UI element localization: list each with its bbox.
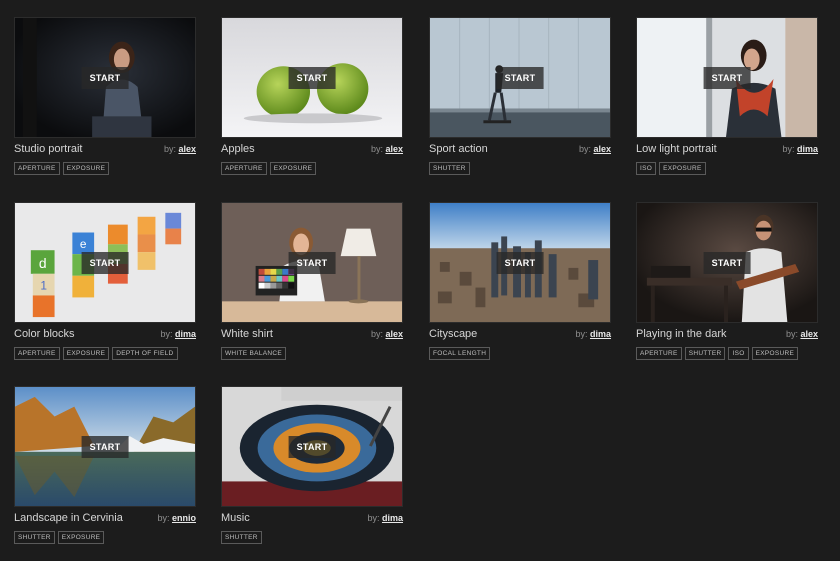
scenario-card: START Low light portrait by: dima ISO EX…	[636, 17, 818, 175]
tag-aperture[interactable]: APERTURE	[14, 162, 60, 175]
author-link[interactable]: dima	[590, 329, 611, 339]
author-link[interactable]: alex	[593, 144, 611, 154]
author-link[interactable]: ennio	[172, 513, 196, 523]
author-link[interactable]: alex	[178, 144, 196, 154]
tag-list: APERTURE EXPOSURE DEPTH OF FIELD	[14, 347, 196, 360]
scenario-card: START Apples by: alex APERTURE EXPOSURE	[221, 17, 403, 175]
scenario-title: Music	[221, 512, 250, 524]
by-label: by:	[157, 513, 170, 523]
tag-exposure[interactable]: EXPOSURE	[659, 162, 706, 175]
scenario-card: START Cityscape by: dima FOCAL LENGTH	[429, 202, 611, 360]
scenario-title: Low light portrait	[636, 143, 717, 155]
scenario-card: d 1 e START Color blocks by: dima APERTU…	[14, 202, 196, 360]
thumbnail-white-shirt[interactable]: START	[221, 202, 403, 323]
author-link[interactable]: alex	[385, 144, 403, 154]
svg-text:d: d	[39, 256, 47, 271]
by-label: by:	[160, 329, 173, 339]
by-label: by:	[785, 329, 798, 339]
tag-list: SHUTTER EXPOSURE	[14, 531, 196, 544]
tag-list: SHUTTER	[221, 531, 403, 544]
start-button[interactable]: START	[703, 251, 751, 274]
start-button[interactable]: START	[496, 66, 544, 89]
start-button[interactable]: START	[288, 66, 336, 89]
tag-exposure[interactable]: EXPOSURE	[62, 347, 110, 360]
author-link[interactable]: dima	[175, 329, 196, 339]
thumbnail-apples[interactable]: START	[221, 17, 403, 138]
by-label: by:	[782, 144, 795, 154]
tag-exposure[interactable]: EXPOSURE	[751, 347, 799, 360]
tag-shutter[interactable]: SHUTTER	[429, 162, 470, 175]
tag-list: SHUTTER	[429, 162, 611, 175]
scenario-title: White shirt	[221, 328, 273, 340]
start-button[interactable]: START	[81, 251, 129, 274]
tag-list: APERTURE EXPOSURE	[221, 162, 403, 175]
thumbnail-music[interactable]: START	[221, 386, 403, 507]
tag-exposure[interactable]: EXPOSURE	[269, 162, 317, 175]
tag-list: ISO EXPOSURE	[636, 162, 818, 175]
scenario-grid: START Studio portrait by: alex APERTURE …	[0, 0, 840, 561]
scenario-title: Apples	[221, 143, 255, 155]
svg-text:1: 1	[40, 279, 47, 293]
author-link[interactable]: dima	[382, 513, 403, 523]
scenario-card: START Landscape in Cervinia by: ennio SH…	[14, 386, 196, 544]
thumbnail-playing-in-the-dark[interactable]: START	[636, 202, 818, 323]
scenario-card: START White shirt by: alex WHITE BALANCE	[221, 202, 403, 360]
tag-list: FOCAL LENGTH	[429, 347, 611, 360]
tag-list: WHITE BALANCE	[221, 347, 403, 360]
svg-text:e: e	[80, 237, 87, 251]
start-button[interactable]: START	[288, 435, 336, 458]
tag-iso[interactable]: ISO	[636, 162, 657, 175]
tag-exposure[interactable]: EXPOSURE	[62, 162, 110, 175]
author-link[interactable]: alex	[800, 329, 818, 339]
tag-aperture[interactable]: APERTURE	[14, 347, 60, 360]
thumbnail-landscape-in-cervinia[interactable]: START	[14, 386, 196, 507]
tag-list: APERTURE EXPOSURE	[14, 162, 196, 175]
thumbnail-cityscape[interactable]: START	[429, 202, 611, 323]
start-button[interactable]: START	[81, 435, 129, 458]
by-label: by:	[575, 329, 588, 339]
by-label: by:	[370, 144, 383, 154]
by-label: by:	[163, 144, 176, 154]
tag-exposure[interactable]: EXPOSURE	[57, 531, 105, 544]
by-label: by:	[370, 329, 383, 339]
scenario-card: START Music by: dima SHUTTER	[221, 386, 403, 544]
thumbnail-sport-action[interactable]: START	[429, 17, 611, 138]
tag-aperture[interactable]: APERTURE	[636, 347, 682, 360]
scenario-title: Studio portrait	[14, 143, 83, 155]
tag-list: APERTURE SHUTTER ISO EXPOSURE	[636, 347, 818, 360]
tag-aperture[interactable]: APERTURE	[221, 162, 267, 175]
tag-white-balance[interactable]: WHITE BALANCE	[221, 347, 286, 360]
thumbnail-studio-portrait[interactable]: START	[14, 17, 196, 138]
tag-shutter[interactable]: SHUTTER	[684, 347, 726, 360]
scenario-title: Playing in the dark	[636, 328, 727, 340]
tag-iso[interactable]: ISO	[728, 347, 749, 360]
by-label: by:	[578, 144, 591, 154]
scenario-title: Color blocks	[14, 328, 75, 340]
scenario-card: START Playing in the dark by: alex APERT…	[636, 202, 818, 360]
tag-depth-of-field[interactable]: DEPTH OF FIELD	[112, 347, 178, 360]
start-button[interactable]: START	[496, 251, 544, 274]
tag-focal-length[interactable]: FOCAL LENGTH	[429, 347, 491, 360]
scenario-card: START Studio portrait by: alex APERTURE …	[14, 17, 196, 175]
start-button[interactable]: START	[703, 66, 751, 89]
start-button[interactable]: START	[81, 66, 129, 89]
tag-shutter[interactable]: SHUTTER	[14, 531, 55, 544]
scenario-title: Landscape in Cervinia	[14, 512, 123, 524]
scenario-title: Cityscape	[429, 328, 478, 340]
tag-shutter[interactable]: SHUTTER	[221, 531, 262, 544]
author-link[interactable]: dima	[797, 144, 818, 154]
scenario-title: Sport action	[429, 143, 488, 155]
thumbnail-color-blocks[interactable]: d 1 e START	[14, 202, 196, 323]
by-label: by:	[367, 513, 380, 523]
scenario-card: START Sport action by: alex SHUTTER	[429, 17, 611, 175]
start-button[interactable]: START	[288, 251, 336, 274]
author-link[interactable]: alex	[385, 329, 403, 339]
thumbnail-low-light-portrait[interactable]: START	[636, 17, 818, 138]
